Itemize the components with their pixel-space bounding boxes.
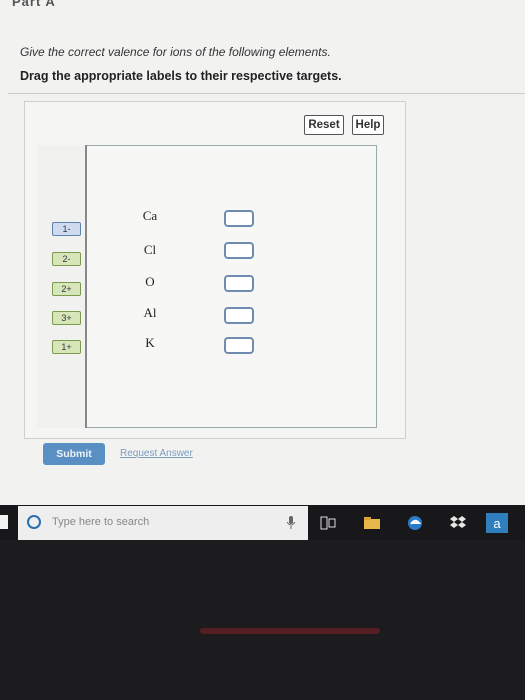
element-k: K [145,335,155,350]
taskbar-search[interactable]: Type here to search [18,506,308,540]
drop-target-ca[interactable] [224,210,254,227]
drop-target-al[interactable] [224,307,254,324]
label-chip-2-minus[interactable]: 2- [52,252,81,266]
divider [8,93,525,94]
element-ca: Ca [142,208,158,223]
start-button[interactable] [0,515,8,529]
task-view-icon[interactable] [318,513,338,533]
label-chip-3-plus[interactable]: 3+ [52,311,81,325]
app-a-icon[interactable]: a [486,513,508,533]
microphone-icon[interactable] [286,516,298,532]
reset-button[interactable]: Reset [304,115,344,135]
search-placeholder: Type here to search [52,516,150,528]
taskbar: Type here to search a [0,505,525,540]
drag-instruction: Drag the appropriate labels to their res… [20,69,342,83]
submit-button[interactable]: Submit [43,443,105,465]
request-answer-link[interactable]: Request Answer [120,448,193,459]
drop-target-k[interactable] [224,337,254,354]
element-o: O [145,274,155,289]
drop-target-o[interactable] [224,275,254,292]
monitor-bezel [0,540,525,700]
browser-content: Part A Give the correct valence for ions… [0,0,525,505]
drop-area [37,145,377,428]
file-explorer-icon[interactable] [362,513,382,533]
reflection-glow [200,628,380,634]
element-al: Al [143,305,157,320]
question-instruction: Give the correct valence for ions of the… [20,45,331,59]
help-button[interactable]: Help [352,115,384,135]
element-cl: Cl [143,242,157,257]
drop-target-cl[interactable] [224,242,254,259]
label-chip-2-plus[interactable]: 2+ [52,282,81,296]
dropbox-icon[interactable] [448,513,468,533]
part-header: Part A [12,0,56,9]
label-chip-1-minus[interactable]: 1- [52,222,81,236]
edge-icon[interactable] [405,513,425,533]
cortana-icon [27,515,41,529]
label-chip-1-plus[interactable]: 1+ [52,340,81,354]
